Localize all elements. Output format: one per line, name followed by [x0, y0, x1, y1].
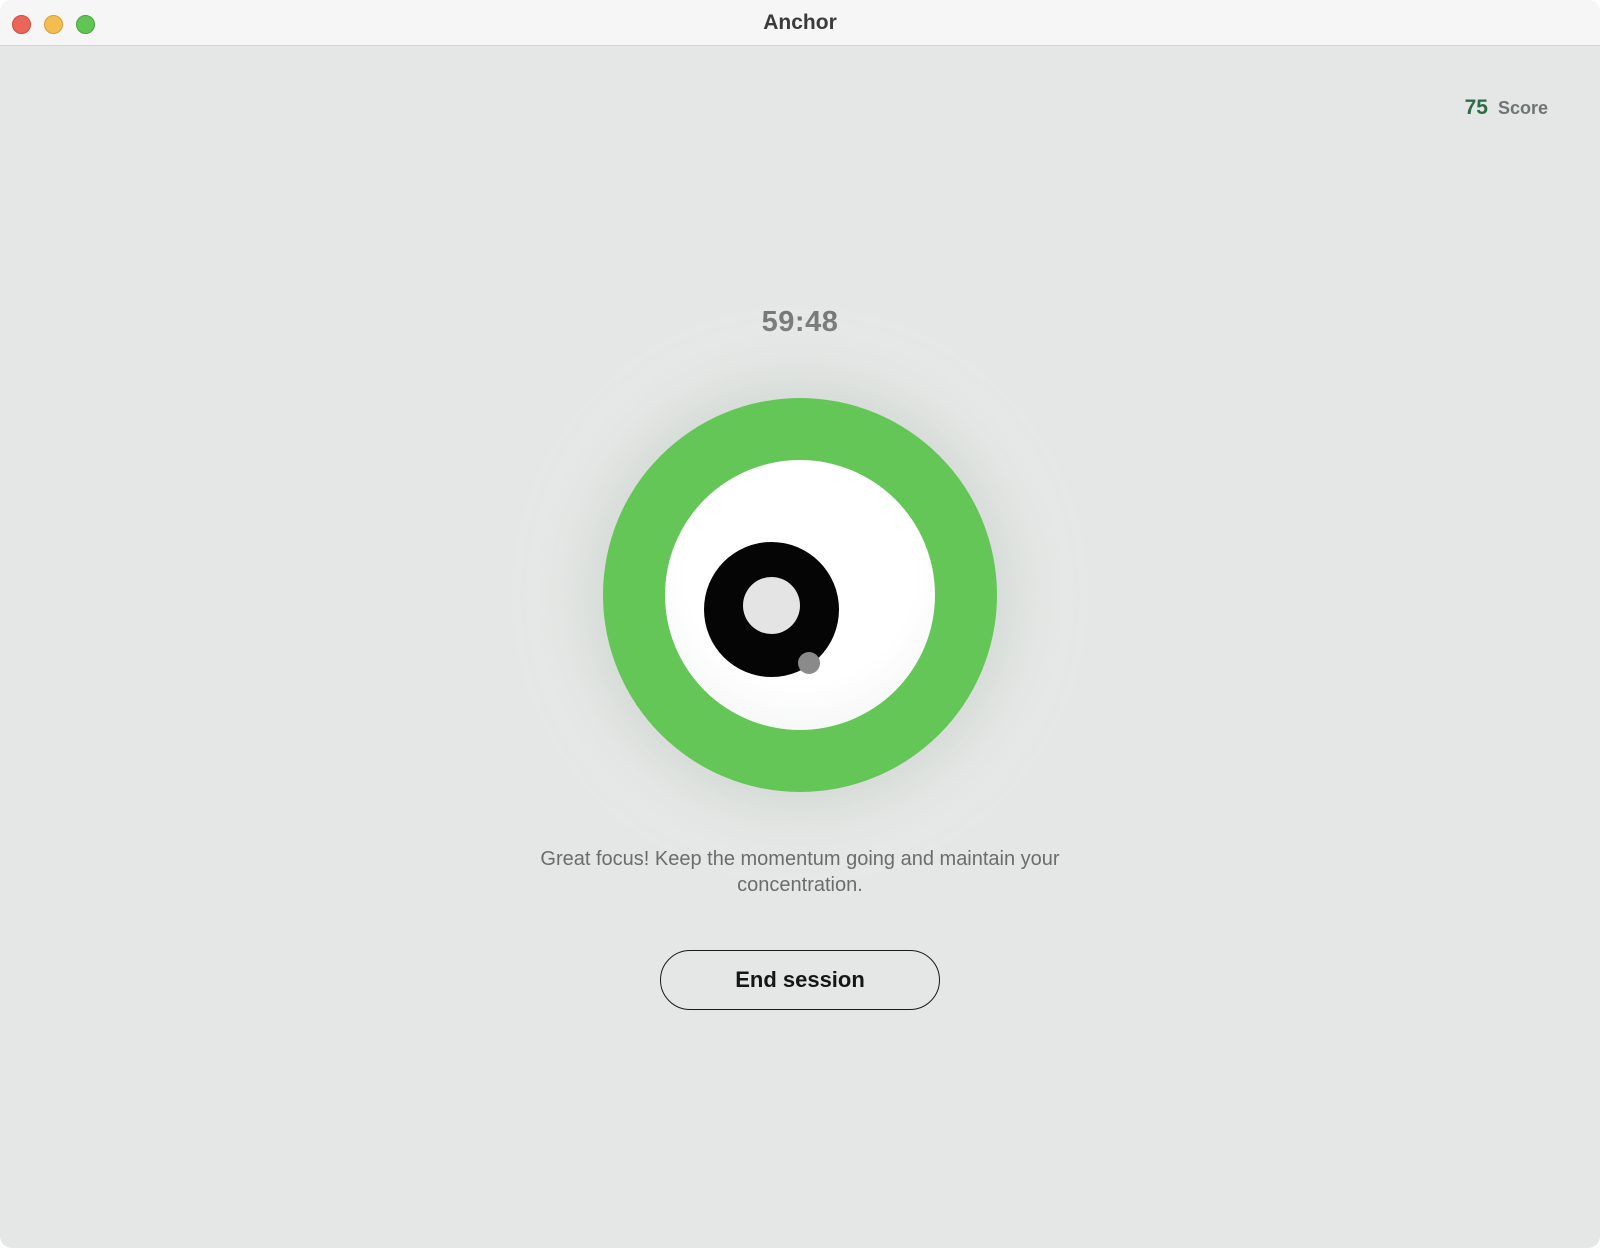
score-display: 75 Score [1465, 96, 1548, 120]
window-title: Anchor [763, 11, 837, 34]
title-bar: Anchor [0, 0, 1600, 46]
focus-message: Great focus! Keep the momentum going and… [540, 848, 1060, 896]
app-window: Anchor 75 Score 59:48 Great focus! Keep … [0, 0, 1600, 1248]
gaze-dot [798, 652, 820, 674]
pupil-center [743, 577, 800, 634]
end-session-button[interactable]: End session [660, 950, 940, 1010]
score-label: Score [1497, 98, 1548, 118]
score-value: 75 [1464, 96, 1488, 119]
